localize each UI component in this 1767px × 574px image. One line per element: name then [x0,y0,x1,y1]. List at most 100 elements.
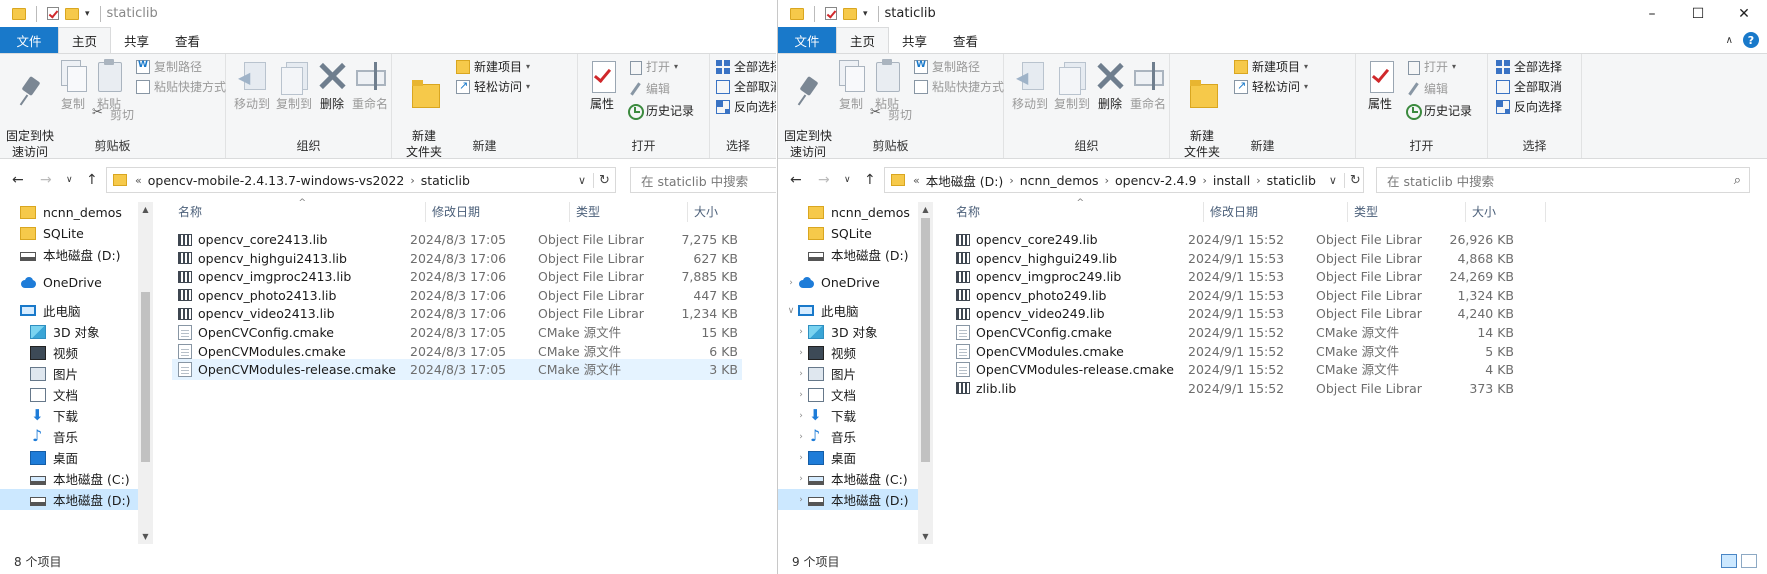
paste-shortcut-button[interactable]: 粘贴快捷方式 [136,78,226,95]
breadcrumb-item[interactable]: staticlib [421,173,470,188]
overflow-chevron[interactable]: « [913,174,920,187]
refresh-icon[interactable]: ↻ [593,172,615,188]
breadcrumb-item[interactable]: opencv-mobile-2.4.13.7-windows-vs2022 [148,173,405,188]
nav-item-documents[interactable]: 文档 [0,384,138,405]
nav-item-drive-d-selected[interactable]: › 本地磁盘 (D:) [778,489,918,510]
copy-to-button[interactable]: 复制到 [1052,58,1092,112]
recent-dropdown-icon[interactable]: ∨ [66,175,73,185]
help-icon[interactable]: ? [1743,32,1759,48]
properties-button[interactable]: 属性 [584,58,620,112]
scroll-up-icon[interactable]: ▲ [138,202,153,217]
breadcrumb-separator-icon[interactable]: › [1105,174,1109,187]
back-arrow-icon[interactable]: ← [12,172,24,188]
file-name-cell[interactable]: zlib.lib [950,378,1182,399]
nav-item-pictures[interactable]: 图片 [0,363,138,384]
breadcrumb-separator-icon[interactable]: › [410,174,414,187]
properties-icon[interactable] [825,7,837,20]
nav-item-drive-d[interactable]: 本地磁盘 (D:) [0,244,138,265]
delete-button[interactable]: 删除 [1094,58,1126,112]
paste-shortcut-button[interactable]: 粘贴快捷方式 [914,78,1004,95]
column-header-name[interactable]: ^ 名称 [172,198,426,222]
nav-pane-scrollbar[interactable]: ▲ ▼ [918,202,933,544]
breadcrumb-separator-icon[interactable]: › [1256,174,1260,187]
cut-button[interactable]: 剪切 [92,105,134,123]
refresh-icon[interactable]: ↻ [1343,172,1366,188]
edit-button[interactable]: 编辑 [1406,80,1448,97]
expand-chevron-icon[interactable]: › [784,278,798,288]
copy-button[interactable]: 复制 [834,58,868,112]
new-item-button[interactable]: 新建项目 ▾ [1234,58,1308,75]
tab-home[interactable]: 主页 [836,27,890,53]
expand-chevron-icon[interactable]: › [794,327,808,337]
nav-item-drive-d[interactable]: 本地磁盘 (D:) [778,244,918,265]
delete-button[interactable]: 删除 [316,58,348,112]
scrollbar-thumb[interactable] [921,218,930,462]
copy-button[interactable]: 复制 [56,58,90,112]
file-row[interactable]: OpenCVModules-release.cmake 2024/8/3 17:0… [172,359,742,381]
up-arrow-icon[interactable]: ↑ [864,172,876,188]
expand-chevron-icon[interactable]: › [794,432,808,442]
new-item-button[interactable]: 新建项目 ▾ [456,58,530,75]
rename-button[interactable]: 重命名 [1128,58,1168,112]
nav-item-drive-c[interactable]: › 本地磁盘 (C:) [778,468,918,489]
address-bar[interactable]: « opencv-mobile-2.4.13.7-windows-vs2022 … [106,167,616,193]
copy-path-button[interactable]: 复制路径 [136,58,202,75]
invert-selection-button[interactable]: 反向选择 [1496,98,1562,115]
new-folder-icon[interactable] [65,7,79,20]
edit-button[interactable]: 编辑 [628,80,670,97]
column-header-date[interactable]: 修改日期 [1204,202,1348,222]
scroll-down-icon[interactable]: ▼ [138,529,153,544]
overflow-chevron[interactable]: « [135,174,142,187]
tab-file[interactable]: 文件 [778,27,836,53]
new-folder-icon[interactable] [843,7,857,20]
breadcrumb-separator-icon[interactable]: › [1202,174,1206,187]
recent-dropdown-icon[interactable]: ∨ [844,175,851,185]
tab-share[interactable]: 共享 [111,27,162,53]
address-dropdown-icon[interactable]: ∨ [1322,174,1344,187]
collapse-chevron-icon[interactable]: ∨ [784,306,798,316]
nav-item-documents[interactable]: › 文档 [778,384,918,405]
column-header-date[interactable]: 修改日期 [426,202,570,222]
nav-item-desktop[interactable]: › 桌面 [778,447,918,468]
search-input[interactable]: 在 staticlib 中搜索 [630,167,776,193]
move-to-button[interactable]: 移动到 [232,58,272,112]
column-header-name[interactable]: ^ 名称 [950,198,1204,222]
rename-button[interactable]: 重命名 [350,58,390,112]
expand-chevron-icon[interactable]: › [794,474,808,484]
breadcrumb-item[interactable]: staticlib [1267,173,1316,188]
invert-selection-button[interactable]: 反向选择 [716,98,776,115]
nav-item-music[interactable]: › 音乐 [778,426,918,447]
nav-item-onedrive[interactable]: OneDrive [0,272,138,293]
search-input[interactable]: 在 staticlib 中搜索 ⌕ [1376,167,1750,193]
file-name-cell[interactable]: OpenCVModules-release.cmake [172,359,404,380]
nav-item-3d-objects[interactable]: 3D 对象 [0,321,138,342]
breadcrumb-item[interactable]: opencv-2.4.9 [1115,173,1196,188]
column-header-size[interactable]: 大小 [688,202,776,222]
expand-chevron-icon[interactable]: › [794,411,808,421]
properties-button[interactable]: 属性 [1362,58,1398,112]
open-button[interactable]: 打开 ▾ [628,58,678,75]
nav-item-sqlite[interactable]: SQLite [0,223,138,244]
large-icons-view-icon[interactable] [1741,554,1757,568]
minimize-icon[interactable]: – [1629,0,1675,27]
history-button[interactable]: 历史记录 [628,102,694,120]
details-view-icon[interactable] [1721,554,1737,568]
cut-button[interactable]: 剪切 [870,105,912,123]
scroll-down-icon[interactable]: ▼ [918,529,933,544]
expand-chevron-icon[interactable]: › [794,495,808,505]
tab-share[interactable]: 共享 [889,27,940,53]
tab-home[interactable]: 主页 [58,27,112,53]
nav-item-downloads[interactable]: 下载 [0,405,138,426]
nav-item-music[interactable]: 音乐 [0,426,138,447]
expand-chevron-icon[interactable]: › [794,348,808,358]
copy-path-button[interactable]: 复制路径 [914,58,980,75]
nav-pane-scrollbar[interactable]: ▲ ▼ [138,202,153,544]
breadcrumb-item[interactable]: ncnn_demos [1020,173,1099,188]
select-all-button[interactable]: 全部选择 [1496,58,1562,75]
tab-view[interactable]: 查看 [940,27,991,53]
move-to-button[interactable]: 移动到 [1010,58,1050,112]
nav-item-sqlite[interactable]: SQLite [778,223,918,244]
nav-item-videos[interactable]: › 视频 [778,342,918,363]
up-arrow-icon[interactable]: ↑ [86,172,98,188]
nav-item-pictures[interactable]: › 图片 [778,363,918,384]
